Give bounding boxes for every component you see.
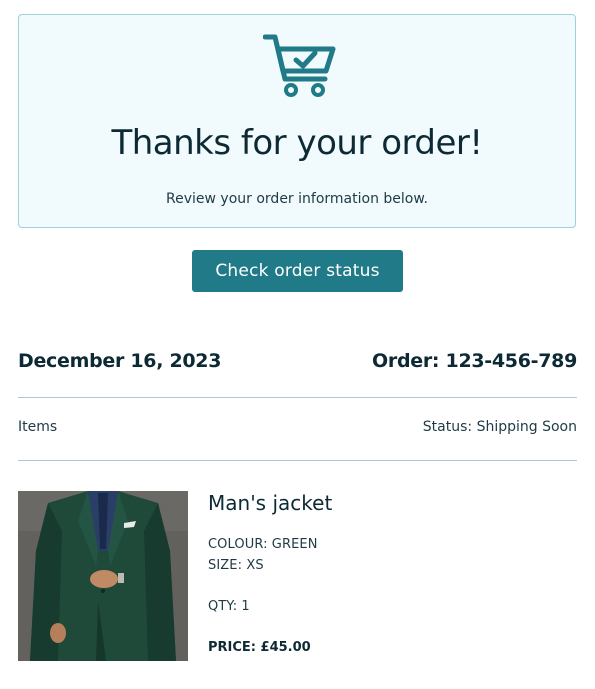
divider-bottom	[18, 460, 577, 461]
product-qty: QTY: 1	[208, 599, 250, 614]
product-size: SIZE: XS	[208, 558, 264, 573]
product-image	[18, 491, 188, 661]
order-thanks-banner: Thanks for your order! Review your order…	[18, 14, 576, 228]
thanks-heading: Thanks for your order!	[111, 123, 483, 163]
shopping-cart-check-icon	[263, 34, 336, 97]
product-colour: COLOUR: GREEN	[208, 537, 318, 552]
shipping-status: Status: Shipping Soon	[422, 419, 577, 435]
check-order-status-button[interactable]: Check order status	[192, 250, 403, 292]
divider-top	[18, 397, 577, 398]
review-subtitle: Review your order information below.	[166, 191, 428, 207]
product-price: PRICE: £45.00	[208, 640, 311, 655]
order-confirmation-page: Thanks for your order! Review your order…	[0, 0, 595, 689]
product-name: Man's jacket	[208, 491, 333, 515]
items-heading: Items	[18, 419, 58, 435]
order-date: December 16, 2023	[18, 350, 222, 372]
order-number: Order: 123-456-789	[372, 350, 577, 372]
green-suit-photo	[18, 491, 188, 661]
